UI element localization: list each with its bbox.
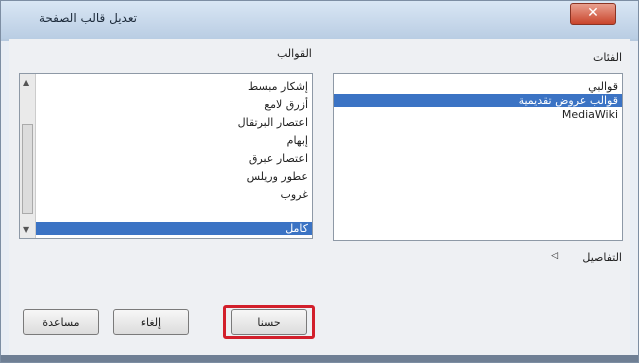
dialog-body: الفئات قوالبي قوالب عروض تقديمية MediaWi…: [9, 39, 630, 357]
scroll-thumb[interactable]: [22, 124, 33, 214]
list-item[interactable]: غروب: [281, 188, 309, 201]
list-item-selected[interactable]: كامل: [36, 222, 312, 235]
list-item[interactable]: MediaWiki: [562, 108, 618, 121]
bottom-strip: [1, 355, 638, 362]
scroll-up-icon[interactable]: ▲: [23, 78, 29, 87]
close-button[interactable]: ✕: [570, 3, 616, 25]
list-item[interactable]: إشكار مبسط: [248, 80, 308, 93]
cancel-button[interactable]: إلغاء: [113, 309, 189, 335]
title-bar[interactable]: تعديل قالب الصفحة ✕: [1, 1, 638, 39]
ok-button[interactable]: حسنا: [231, 309, 307, 335]
help-button[interactable]: مساعدة: [23, 309, 99, 335]
list-item-selected[interactable]: قوالب عروض تقديمية: [334, 94, 622, 107]
scroll-down-icon[interactable]: ▼: [23, 225, 29, 234]
categories-list[interactable]: قوالبي قوالب عروض تقديمية MediaWiki: [333, 73, 623, 241]
dialog-window: تعديل قالب الصفحة ✕ الفئات قوالبي قوالب …: [0, 0, 639, 363]
list-item[interactable]: عطور وريلس: [247, 170, 308, 183]
details-label[interactable]: التفاصيل: [582, 251, 622, 264]
categories-label: الفئات: [593, 51, 622, 64]
list-item[interactable]: قوالبي: [588, 80, 618, 93]
templates-scrollbar[interactable]: ▲ ▼: [20, 74, 36, 238]
close-icon: ✕: [587, 5, 599, 21]
details-expander-icon[interactable]: ◁: [551, 251, 558, 261]
list-item[interactable]: اعتصار البرتقال: [238, 116, 308, 129]
templates-list[interactable]: ▲ ▼ إشكار مبسط أزرق لامع اعتصار البرتقال…: [19, 73, 313, 239]
templates-label: القوالب: [277, 47, 312, 60]
window-title: تعديل قالب الصفحة: [39, 11, 137, 25]
list-item[interactable]: إبهام: [287, 134, 308, 147]
list-item[interactable]: أزرق لامع: [264, 98, 308, 111]
list-item[interactable]: اعتصار عبرق: [249, 152, 308, 165]
